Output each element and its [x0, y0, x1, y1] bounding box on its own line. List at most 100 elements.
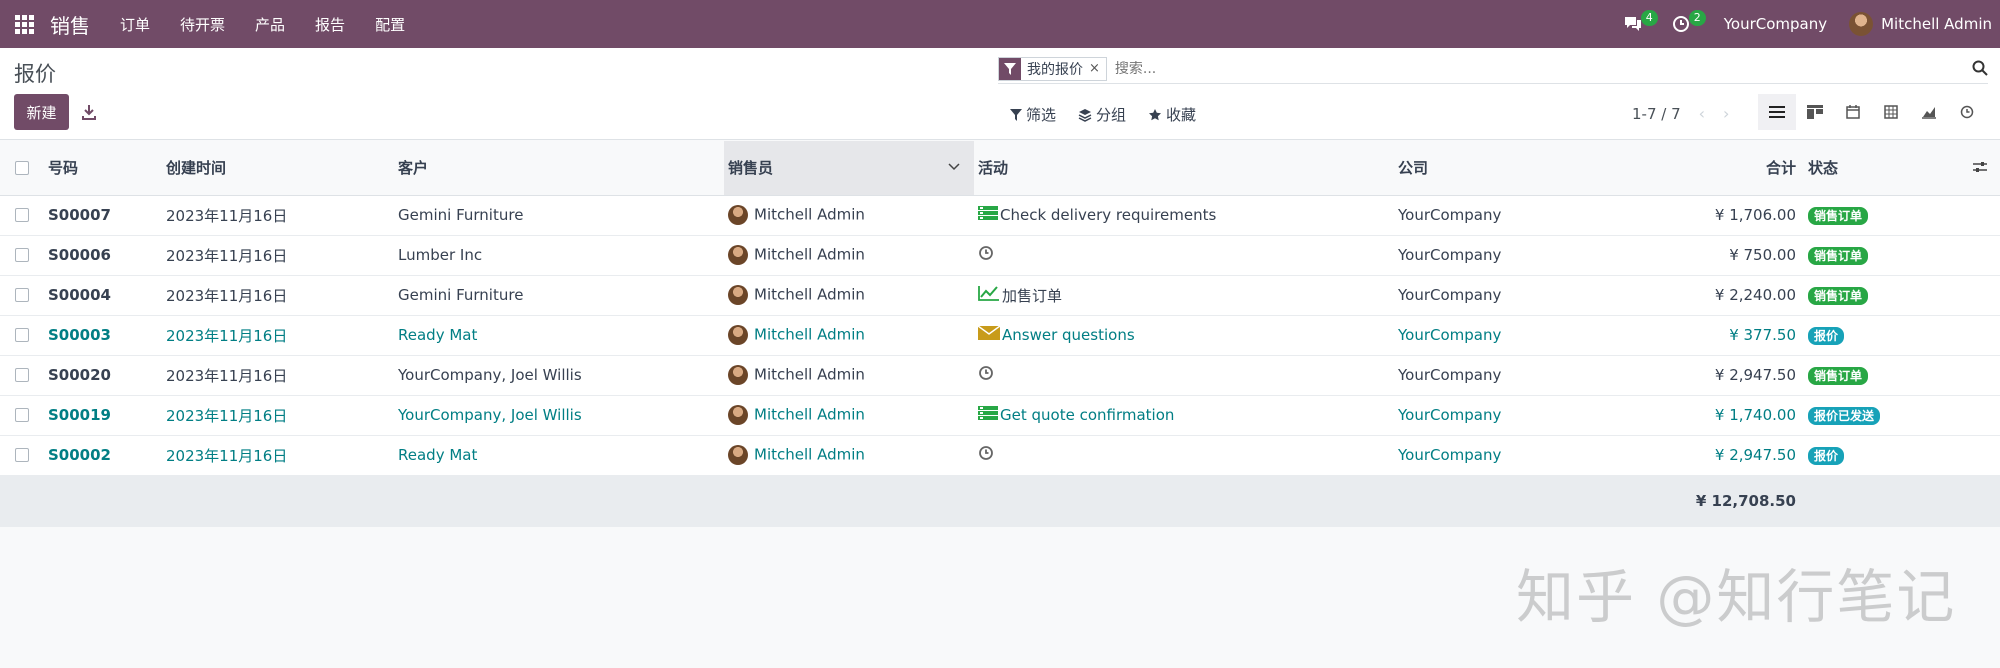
salesperson-name: Mitchell Admin — [754, 405, 865, 424]
page-title: 报价 — [14, 62, 56, 86]
quotations-list: 号码 创建时间 客户 销售员 活动 公司 合计 状态 S00007 2023年11… — [0, 141, 2000, 527]
table-row[interactable]: S00020 2023年11月16日 YourCompany, Joel Willi… — [0, 355, 2000, 396]
pivot-view-icon[interactable] — [1872, 94, 1910, 130]
filter-button[interactable]: 筛选 — [1010, 104, 1056, 125]
activity-summary: Answer questions — [1002, 326, 1135, 344]
activity-cell[interactable] — [974, 355, 1394, 396]
clock-icon[interactable] — [978, 365, 996, 385]
table-row[interactable]: S00006 2023年11月16日 Lumber Inc Mitchell Admi… — [0, 235, 2000, 276]
envelope-icon[interactable] — [977, 325, 1002, 345]
order-number[interactable]: S00002 — [44, 435, 162, 476]
company-name: YourCompany — [1394, 355, 1580, 396]
row-checkbox[interactable] — [15, 328, 29, 342]
list-view-icon[interactable] — [1758, 94, 1796, 130]
created-date: 2023年11月16日 — [162, 395, 394, 436]
col-total[interactable]: 合计 — [1580, 141, 1804, 196]
col-created[interactable]: 创建时间 — [162, 141, 394, 196]
search-input[interactable] — [1114, 60, 1915, 77]
row-checkbox[interactable] — [15, 408, 29, 422]
row-select-cell — [0, 235, 44, 276]
group-by-button[interactable]: 分组 — [1078, 104, 1126, 125]
app-name[interactable]: 销售 — [50, 10, 90, 39]
order-number[interactable]: S00020 — [44, 355, 162, 396]
col-company[interactable]: 公司 — [1394, 141, 1580, 196]
optional-columns-icon[interactable] — [1960, 141, 2000, 196]
user-avatar[interactable] — [1849, 12, 1874, 36]
table-row[interactable]: S00019 2023年11月16日 YourCompany, Joel Willi… — [0, 395, 2000, 436]
row-select-cell — [0, 435, 44, 476]
activity-cell[interactable]: 加售订单 — [974, 275, 1394, 316]
new-button[interactable]: 新建 — [14, 94, 69, 130]
activity-cell[interactable]: Answer questions — [974, 315, 1394, 356]
menu-configuration[interactable]: 配置 — [375, 14, 405, 35]
order-number[interactable]: S00003 — [44, 315, 162, 356]
row-checkbox[interactable] — [15, 208, 29, 222]
col-status[interactable]: 状态 — [1804, 141, 1960, 196]
customer-name: Ready Mat — [394, 315, 724, 356]
activity-cell[interactable]: Check delivery requirements — [974, 195, 1394, 236]
pager-value[interactable]: 1-7 / 7 — [1632, 105, 1681, 123]
status-badge: 销售订单 — [1808, 246, 1869, 265]
activity-cell[interactable] — [974, 435, 1394, 476]
order-total: ¥ 2,947.50 — [1580, 435, 1804, 476]
table-row[interactable]: S00007 2023年11月16日 Gemini Furniture Mitchel… — [0, 195, 2000, 236]
download-icon[interactable] — [80, 103, 98, 121]
col-salesperson[interactable]: 销售员 — [724, 141, 974, 196]
order-number[interactable]: S00004 — [44, 275, 162, 316]
task-icon[interactable] — [978, 405, 1000, 425]
col-customer[interactable]: 客户 — [394, 141, 724, 196]
row-checkbox[interactable] — [15, 368, 29, 382]
activities-button[interactable]: 2 — [1666, 0, 1706, 48]
table-row[interactable]: S00003 2023年11月16日 Ready Mat Mitchell Admin… — [0, 315, 2000, 356]
salesperson-avatar — [728, 285, 748, 305]
row-checkbox[interactable] — [15, 448, 29, 462]
col-activity[interactable]: 活动 — [974, 141, 1394, 196]
company-switcher[interactable]: YourCompany — [1724, 15, 1827, 33]
status-badge: 销售订单 — [1808, 366, 1869, 385]
facet-remove-icon[interactable]: × — [1089, 58, 1106, 80]
graph-view-icon[interactable] — [1910, 94, 1948, 130]
activity-view-icon[interactable] — [1948, 94, 1986, 130]
order-number[interactable]: S00006 — [44, 235, 162, 276]
kanban-view-icon[interactable] — [1796, 94, 1834, 130]
facet-value: 我的报价 — [1027, 61, 1083, 78]
order-total: ¥ 2,240.00 — [1580, 275, 1804, 316]
favorites-button[interactable]: 收藏 — [1148, 104, 1196, 125]
salesperson-cell: Mitchell Admin — [724, 235, 974, 276]
search-icon[interactable] — [1972, 60, 1988, 76]
status-cell: 销售订单 — [1804, 195, 1960, 236]
messages-button[interactable]: 4 — [1618, 0, 1658, 48]
col-number[interactable]: 号码 — [44, 141, 162, 196]
order-number[interactable]: S00007 — [44, 195, 162, 236]
table-row[interactable]: S00004 2023年11月16日 Gemini Furniture Mitchel… — [0, 275, 2000, 316]
row-checkbox[interactable] — [15, 288, 29, 302]
clock-icon — [1672, 16, 1689, 32]
calendar-view-icon[interactable] — [1834, 94, 1872, 130]
table-row[interactable]: S00002 2023年11月16日 Ready Mat Mitchell Admin… — [0, 435, 2000, 476]
menu-reporting[interactable]: 报告 — [315, 14, 345, 35]
favorites-label: 收藏 — [1166, 106, 1197, 124]
order-number[interactable]: S00019 — [44, 395, 162, 436]
user-menu[interactable]: Mitchell Admin — [1881, 15, 1992, 33]
select-all-checkbox[interactable] — [15, 160, 29, 175]
task-icon[interactable] — [978, 205, 1000, 225]
row-checkbox[interactable] — [15, 248, 29, 262]
chart-line-icon[interactable] — [978, 285, 1002, 305]
menu-orders[interactable]: 订单 — [120, 14, 150, 35]
created-date: 2023年11月16日 — [162, 315, 394, 356]
menu-products[interactable]: 产品 — [255, 14, 285, 35]
menu-to-invoice[interactable]: 待开票 — [180, 14, 225, 35]
apps-menu-icon[interactable] — [0, 0, 48, 48]
clock-icon[interactable] — [978, 245, 996, 265]
activity-cell[interactable] — [974, 235, 1394, 276]
pager-next-icon[interactable]: › — [1723, 104, 1729, 123]
row-select-cell — [0, 315, 44, 356]
created-date: 2023年11月16日 — [162, 195, 394, 236]
search-facet: 我的报价 × — [998, 56, 1107, 81]
select-all-cell — [0, 141, 44, 196]
salesperson-cell: Mitchell Admin — [724, 395, 974, 436]
row-select-cell — [0, 275, 44, 316]
pager-previous-icon[interactable]: ‹ — [1699, 104, 1705, 123]
activity-cell[interactable]: Get quote confirmation — [974, 395, 1394, 436]
clock-icon[interactable] — [978, 445, 996, 465]
